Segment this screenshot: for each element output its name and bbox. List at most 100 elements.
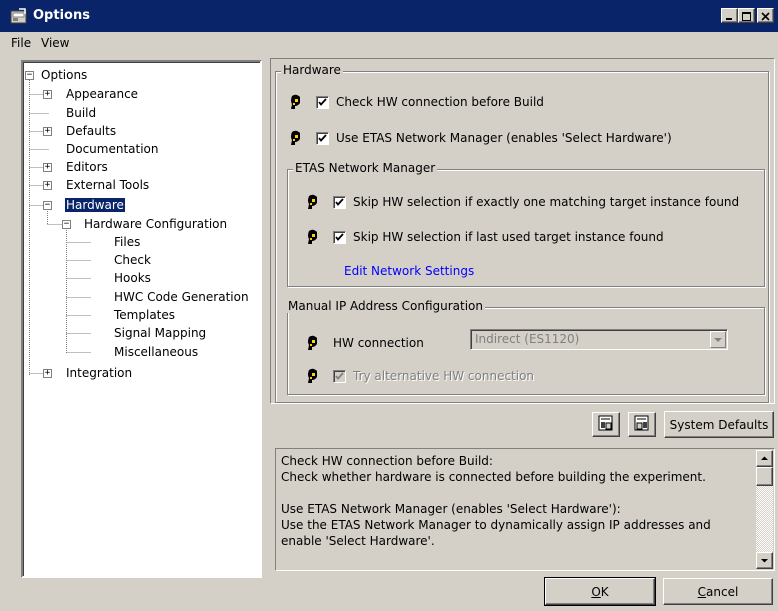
tree-item-miscellaneous[interactable]: Miscellaneous (114, 344, 198, 360)
try-alt-checkbox[interactable] (333, 370, 346, 383)
checkmark-icon (335, 372, 344, 380)
tree-item-external-tools[interactable]: External Tools (66, 177, 149, 193)
tree-item-label: Signal Mapping (114, 326, 207, 340)
hardware-group-title: Hardware (281, 63, 343, 77)
menu-file[interactable]: File (11, 36, 31, 50)
tree-item-label: Editors (66, 160, 108, 174)
skip-last-label[interactable]: Skip HW selection if last used target in… (353, 230, 664, 248)
close-icon (758, 12, 773, 21)
description-scrollbar[interactable] (756, 450, 773, 569)
maximize-button[interactable] (738, 8, 755, 23)
ok-mnemonic: O (591, 584, 601, 599)
tree-item-editors[interactable]: Editors (66, 159, 108, 175)
tree-collapse-hardware[interactable]: − (43, 201, 52, 210)
tree-item-check[interactable]: Check (114, 252, 151, 268)
tree-item-label: Files (114, 235, 141, 249)
hw-connection-select[interactable]: Indirect (ES1120) (470, 329, 728, 350)
tree-expand-external-tools[interactable]: + (43, 181, 52, 190)
settings-pane: Hardware Check HW connection before Buil… (270, 58, 775, 404)
tree-expand-integration[interactable]: + (43, 369, 52, 378)
user-icon (305, 335, 321, 351)
tree-item-label: Hardware Configuration (84, 217, 228, 231)
tree-item-build[interactable]: Build (66, 105, 96, 121)
arrow-up-icon (761, 456, 768, 460)
hw-connection-value: Indirect (ES1120) (475, 332, 580, 346)
description-line (281, 485, 746, 501)
check-hw-checkbox[interactable] (316, 96, 329, 109)
description-text: Check HW connection before Build: Check … (281, 453, 746, 549)
tree-item-files[interactable]: Files (114, 234, 140, 250)
import-button[interactable] (592, 412, 620, 437)
scroll-thumb[interactable] (756, 467, 773, 486)
tree-expand-defaults[interactable]: + (43, 127, 52, 136)
user-icon (305, 194, 321, 210)
export-settings-icon (633, 415, 651, 435)
options-window-icon (10, 8, 28, 24)
tree-item-defaults[interactable]: Defaults (66, 123, 116, 139)
tree-collapse-options[interactable]: − (25, 71, 34, 80)
menu-view[interactable]: View (41, 36, 69, 50)
checkmark-icon (335, 233, 344, 241)
checkmark-icon (318, 134, 327, 142)
scroll-down-button[interactable] (756, 552, 773, 569)
description-line: enable 'Select Hardware'. (281, 534, 435, 548)
try-alt-label: Try alternative HW connection (353, 369, 535, 383)
menu-bar: File View (0, 33, 778, 53)
tree-item-integration[interactable]: Integration (66, 365, 132, 381)
tree-item-options[interactable]: Options (41, 67, 87, 83)
edit-network-settings-link[interactable]: Edit Network Settings (344, 264, 474, 282)
tree-item-label: HWC Code Generation (114, 290, 249, 304)
window-title: Options (33, 8, 90, 23)
tree-item-appearance[interactable]: Appearance (66, 86, 138, 102)
cancel-button[interactable]: Cancel (663, 578, 773, 605)
tree-collapse-hardware-configuration[interactable]: − (62, 220, 71, 229)
skip-one-label[interactable]: Skip HW selection if exactly one matchin… (353, 195, 739, 213)
tree-item-hardware-configuration[interactable]: Hardware Configuration (84, 216, 227, 232)
tree-item-signal-mapping[interactable]: Signal Mapping (114, 325, 206, 341)
tree-item-documentation[interactable]: Documentation (66, 141, 159, 157)
manual-ip-group-title: Manual IP Address Configuration (286, 299, 485, 313)
tree-item-label: External Tools (66, 178, 150, 192)
options-tree[interactable]: − Options + Appearance Build + Defaults … (21, 60, 262, 578)
import-settings-icon (597, 415, 615, 435)
tree-expand-editors[interactable]: + (43, 163, 52, 172)
tree-item-label: Documentation (66, 142, 159, 156)
description-panel: Check HW connection before Build: Check … (275, 448, 775, 571)
close-button[interactable] (757, 8, 774, 23)
tree-item-hardware[interactable]: Hardware (65, 197, 125, 213)
export-button[interactable] (628, 412, 656, 437)
chevron-down-icon[interactable] (710, 331, 726, 348)
description-line: Check whether hardware is connected befo… (281, 470, 706, 484)
tree-item-label: Appearance (66, 87, 139, 101)
tree-item-templates[interactable]: Templates (114, 307, 175, 323)
user-icon (288, 130, 304, 146)
user-icon (305, 229, 321, 245)
scroll-up-button[interactable] (756, 450, 773, 467)
minimize-button[interactable] (721, 8, 738, 23)
title-bar[interactable]: Options (0, 0, 778, 32)
ok-button[interactable]: OK (544, 577, 656, 606)
ok-label: K (600, 584, 609, 599)
skip-one-checkbox[interactable] (333, 196, 346, 209)
skip-last-checkbox[interactable] (333, 231, 346, 244)
tree-item-label: Check (114, 253, 151, 267)
tree-item-label: Options (41, 68, 88, 82)
description-line: Use the ETAS Network Manager to dynamica… (281, 518, 711, 532)
maximize-icon (739, 12, 754, 21)
arrow-down-icon (761, 559, 768, 563)
use-etas-label[interactable]: Use ETAS Network Manager (enables 'Selec… (336, 131, 672, 149)
user-icon (305, 368, 321, 384)
tree-expand-appearance[interactable]: + (43, 90, 52, 99)
cancel-mnemonic: C (697, 584, 707, 599)
check-hw-label[interactable]: Check HW connection before Build (336, 95, 544, 113)
options-window: Options File View − Options + Appearance… (0, 0, 778, 611)
cancel-label: ancel (706, 584, 739, 599)
tree-item-hwc-code-generation[interactable]: HWC Code Generation (114, 289, 249, 305)
tree-item-label: Defaults (66, 124, 117, 138)
use-etas-checkbox[interactable] (316, 132, 329, 145)
tree-item-label: Integration (66, 366, 133, 380)
system-defaults-button[interactable]: System Defaults (664, 411, 774, 438)
etas-group-title: ETAS Network Manager (293, 161, 438, 175)
hw-connection-label: HW connection (333, 336, 424, 350)
tree-item-hooks[interactable]: Hooks (114, 270, 151, 286)
